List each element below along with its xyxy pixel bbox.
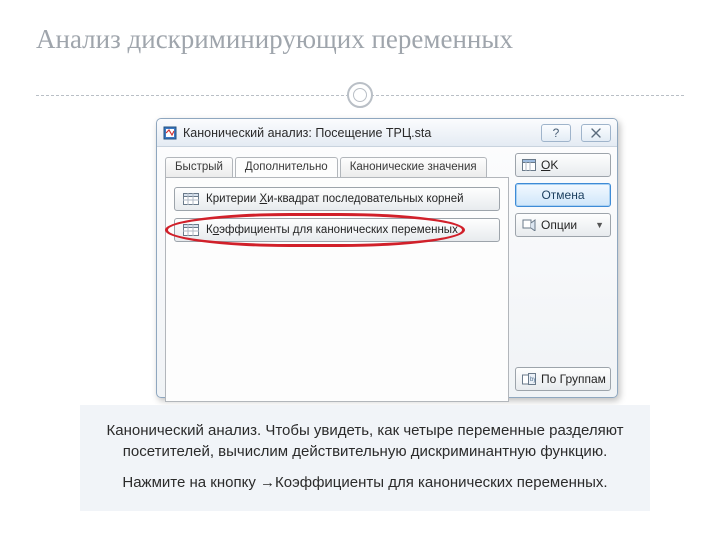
- tab-canonical-values[interactable]: Канонические значения: [340, 157, 487, 177]
- caption-line-1: Канонический анализ. Чтобы увидеть, как …: [98, 420, 632, 462]
- caption-line-2: Нажмите на кнопку →Коэффициенты для кано…: [98, 472, 632, 493]
- group-icon: by: [522, 373, 536, 385]
- dialog-canonical-analysis: Канонический анализ: Посещение ТРЦ.sta ?…: [156, 118, 618, 398]
- dropdown-arrow-icon: ▼: [595, 220, 604, 230]
- chi-square-button[interactable]: Критерии Хи-квадрат последовательных кор…: [174, 187, 500, 211]
- chi-square-button-label: Критерии Хи-квадрат последовательных кор…: [206, 193, 464, 205]
- by-groups-button-label: По Группам: [541, 372, 606, 386]
- spreadsheet-icon: [183, 193, 199, 205]
- tab-quick[interactable]: Быстрый: [165, 157, 233, 177]
- options-button[interactable]: Опции ▼: [515, 213, 611, 237]
- svg-text:by: by: [530, 377, 536, 383]
- close-button[interactable]: [581, 124, 611, 142]
- tab-panel-advanced: Критерии Хи-квадрат последовательных кор…: [165, 177, 509, 402]
- canonical-coefficients-button-label: Коэффициенты для канонических переменных: [206, 224, 458, 236]
- title-divider-ornament: [347, 82, 373, 108]
- cancel-button[interactable]: Отмена: [515, 183, 611, 207]
- ok-button-label: OK: [541, 158, 558, 172]
- dialog-title: Канонический анализ: Посещение ТРЦ.sta: [183, 126, 531, 140]
- canonical-coefficients-button[interactable]: Коэффициенты для канонических переменных: [174, 218, 500, 242]
- help-button[interactable]: ?: [541, 124, 571, 142]
- app-icon: [163, 126, 177, 140]
- options-button-label: Опции: [541, 218, 577, 232]
- spreadsheet-icon: [183, 224, 199, 236]
- slide-caption: Канонический анализ. Чтобы увидеть, как …: [80, 405, 650, 511]
- dialog-side-buttons: OK Отмена Опции ▼ by По Группам: [515, 153, 611, 391]
- slide-title: Анализ дискриминирующих переменных: [36, 24, 700, 55]
- dialog-titlebar[interactable]: Канонический анализ: Посещение ТРЦ.sta ?: [157, 119, 617, 147]
- tabstrip: Быстрый Дополнительно Канонические значе…: [165, 153, 509, 177]
- by-groups-button[interactable]: by По Группам: [515, 367, 611, 391]
- ok-button[interactable]: OK: [515, 153, 611, 177]
- summary-icon: [522, 159, 536, 171]
- options-icon: [522, 219, 536, 231]
- tab-advanced[interactable]: Дополнительно: [235, 157, 338, 177]
- cancel-button-label: Отмена: [541, 188, 584, 202]
